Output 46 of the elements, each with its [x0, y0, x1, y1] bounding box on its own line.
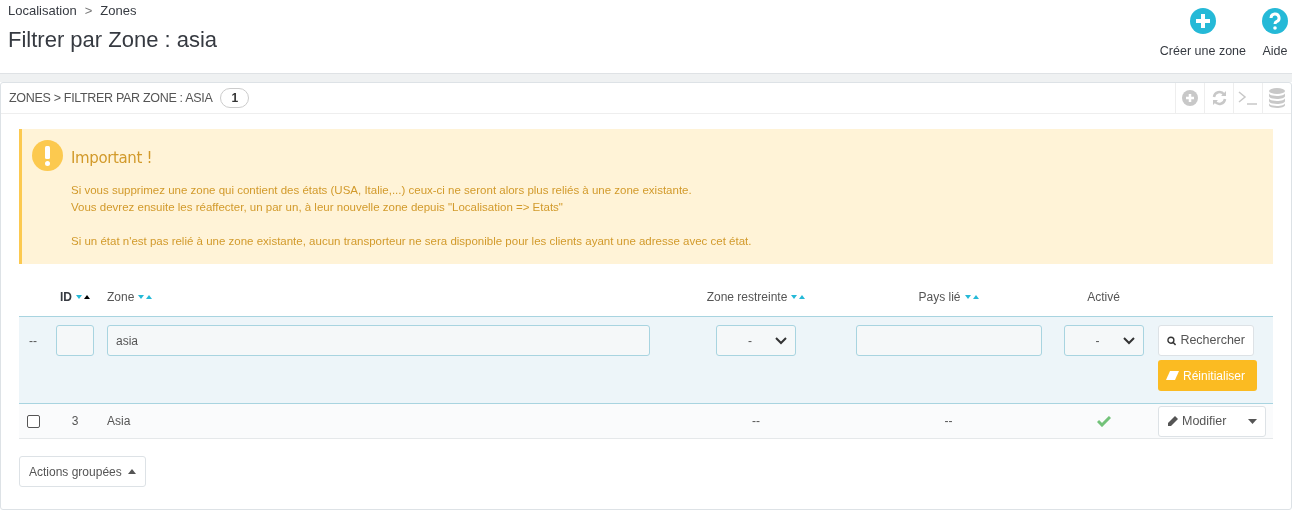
caret-icon [127, 469, 136, 474]
column-header[interactable]: Pays lié [918, 288, 961, 306]
column-header[interactable]: ID [60, 288, 72, 306]
search-button[interactable]: Rechercher [1158, 325, 1254, 356]
table-cell: Asia [107, 414, 131, 428]
id-filter-field[interactable] [56, 325, 94, 356]
alert-text: Vous devrez ensuite les réaffecter, un par un, à leur nouvelle zone depuis "Localisation => Etats" [71, 199, 564, 215]
column-header[interactable]: Zone restreinte [706, 288, 788, 306]
add-icon[interactable] [1182, 90, 1198, 106]
check-icon[interactable] [1096, 415, 1111, 427]
select-field[interactable]: - [1063, 325, 1144, 356]
alert-text: Si un état n'est pas relié à une zone existante, aucun transporteur ne sera disponible pour les clients ayant une adresse avec cet état. [71, 233, 752, 249]
country-filter-field[interactable] [855, 325, 1042, 356]
add-icon[interactable] [1189, 8, 1216, 34]
caret-icon [1248, 418, 1257, 424]
page-title: Filtrer par Zone : asia [8, 25, 218, 54]
table-cell: -- [752, 414, 760, 428]
search-icon [1167, 334, 1177, 347]
sort-arrows-icon[interactable] [76, 294, 90, 300]
toolbar-link[interactable]: Créer une zone [1159, 42, 1246, 61]
row-checkbox[interactable] [27, 414, 40, 428]
alert-title: Important ! [71, 148, 154, 169]
alert-text: Si vous supprimez une zone qui contient des états (USA, Italie,...) ceux-ci ne seront alors plus reliés à une zone existante. [71, 182, 693, 198]
eraser-icon [1166, 371, 1179, 380]
bulk-marker: -- [29, 334, 37, 348]
panel-title: ZONES > FILTRER PAR ZONE : ASIA [9, 89, 213, 107]
help-icon[interactable] [1262, 8, 1288, 34]
chevron-icon [775, 336, 787, 345]
edit-button[interactable]: Modifier [1158, 405, 1266, 437]
table-cell: 3 [71, 414, 79, 428]
column-header[interactable]: Zone [107, 288, 135, 306]
database-icon[interactable] [1269, 88, 1285, 108]
pencil-icon [1167, 415, 1178, 427]
terminal-icon[interactable] [1238, 91, 1258, 105]
breadcrumb-link[interactable]: Zones [100, 1, 137, 21]
table-cell: -- [944, 414, 953, 428]
warning-icon [32, 140, 63, 171]
breadcrumb-link[interactable]: Localisation [8, 1, 77, 21]
zone-filter-field[interactable]: asia [107, 325, 650, 356]
bulk-actions-button[interactable]: Actions groupées [19, 456, 146, 487]
chevron-icon [1122, 336, 1135, 345]
column-header: Activé [1087, 289, 1120, 306]
refresh-icon[interactable] [1210, 90, 1228, 106]
select-field[interactable]: - [716, 325, 796, 356]
toolbar-link[interactable]: Aide [1262, 42, 1288, 61]
breadcrumb-separator: > [84, 2, 93, 20]
